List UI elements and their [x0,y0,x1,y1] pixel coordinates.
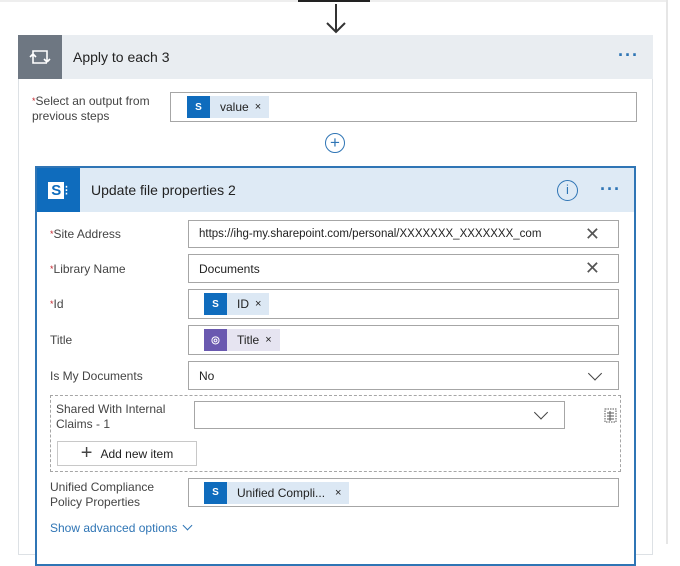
chevron-down-icon [182,520,193,531]
more-options-button[interactable]: ··· [600,179,621,200]
show-advanced-options-link[interactable]: Show advanced options [50,520,193,535]
approval-icon: ◎ [204,329,227,351]
is-my-documents-select[interactable]: No [188,361,619,390]
title-token[interactable]: ◎ Title × [204,329,280,351]
sharepoint-icon: S [187,96,210,118]
action-title: Update file properties 2 [91,182,236,198]
connector-line [298,0,370,2]
remove-token-icon[interactable]: × [335,487,341,499]
chevron-down-icon [587,365,603,381]
value-token[interactable]: Svalue × [187,96,270,118]
remove-token-icon[interactable]: × [255,101,261,113]
clear-icon[interactable]: ✕ [585,258,600,279]
sharepoint-icon: S [204,481,227,504]
id-input[interactable]: S ID × [188,289,619,319]
library-name-input[interactable]: Documents ✕ [188,254,619,283]
plus-icon: + [80,442,93,464]
shared-with-select[interactable] [194,401,565,429]
switch-to-array-input-icon[interactable] [602,406,618,424]
select-output-input[interactable]: Svalue × [170,92,637,122]
apply-to-each-title: Apply to each 3 [73,49,170,65]
sharepoint-icon: S ⁝ [37,168,80,212]
unified-compliance-token[interactable]: S Unified Compli... × [204,481,350,504]
id-label: *Id [50,297,64,311]
remove-token-icon[interactable]: × [265,334,271,346]
sharepoint-icon: S [204,293,227,315]
id-token[interactable]: S ID × [204,293,270,315]
more-options-button[interactable]: ··· [618,45,639,66]
chevron-down-icon [533,405,549,420]
clear-icon[interactable]: ✕ [585,224,600,245]
is-my-documents-label: Is My Documents [50,369,143,383]
library-name-label: *Library Name [50,262,126,276]
unified-compliance-label: Unified Compliance Policy Properties [50,480,155,509]
title-input[interactable]: ◎ Title × [188,325,619,355]
add-step-button[interactable]: + [325,133,345,153]
remove-token-icon[interactable]: × [255,298,261,310]
shared-with-label: Shared With Internal Claims - 1 [56,402,166,431]
add-new-item-button[interactable]: + Add new item [57,441,197,466]
select-output-label: *Select an output from previous steps [32,94,150,123]
title-label: Title [50,333,73,347]
site-address-label: *Site Address [50,227,121,241]
info-icon[interactable]: i [557,180,578,201]
unified-compliance-input[interactable]: S Unified Compli... × [188,478,619,507]
down-arrow-icon [326,4,346,34]
loop-icon [18,35,62,79]
scrollbar-track[interactable] [666,0,668,544]
site-address-input[interactable]: https://ihg-my.sharepoint.com/personal/X… [188,220,619,248]
